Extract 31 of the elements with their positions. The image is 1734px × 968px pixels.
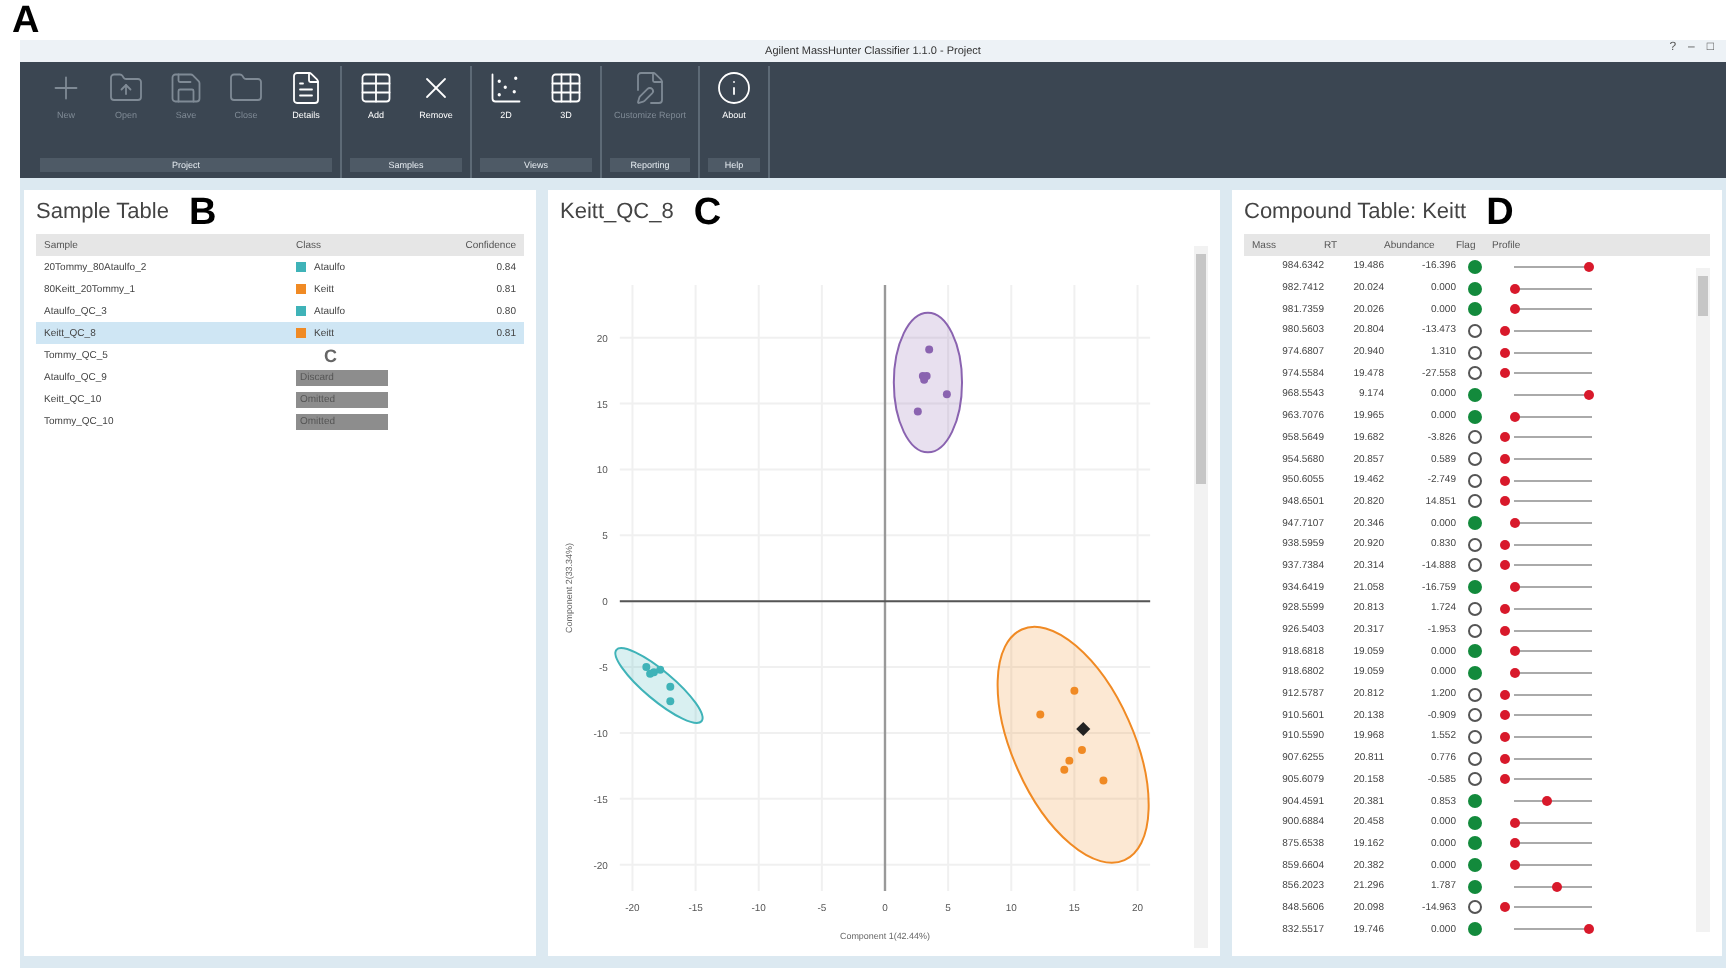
data-point: [913, 407, 922, 416]
save-icon: [168, 70, 204, 106]
data-point: [1099, 776, 1108, 785]
scatter-plot-icon: [488, 70, 524, 106]
folder-icon: [228, 70, 264, 106]
scrollbar[interactable]: [1696, 268, 1710, 932]
scrollbar[interactable]: [1194, 246, 1208, 948]
document-icon: [288, 70, 324, 106]
info-icon: [716, 70, 753, 106]
confidence-ellipse: [614, 647, 704, 724]
data-point: [666, 697, 675, 706]
data-point: [942, 390, 951, 399]
document-pen-icon: [632, 70, 668, 106]
grid-icon: [548, 70, 584, 106]
data-point: [1078, 746, 1086, 755]
data-point: [666, 682, 675, 691]
panel-title: Keitt_QC_8: [560, 200, 674, 224]
data-point: [1036, 710, 1045, 719]
table-icon: [358, 70, 394, 106]
panel-title: Compound Table: Keitt: [1244, 200, 1467, 224]
figure-label: A: [12, 2, 40, 40]
figure-label: C: [693, 193, 722, 231]
folder-upload-icon: [108, 70, 144, 106]
figure-label: D: [1486, 193, 1514, 231]
figure-label: B: [188, 193, 217, 231]
data-point: [1076, 721, 1091, 737]
figure-label: C: [322, 345, 339, 365]
data-point: [925, 345, 934, 354]
confidence-ellipse: [892, 311, 963, 454]
panel-title: Sample Table: [36, 200, 169, 224]
data-point: [1070, 686, 1079, 695]
